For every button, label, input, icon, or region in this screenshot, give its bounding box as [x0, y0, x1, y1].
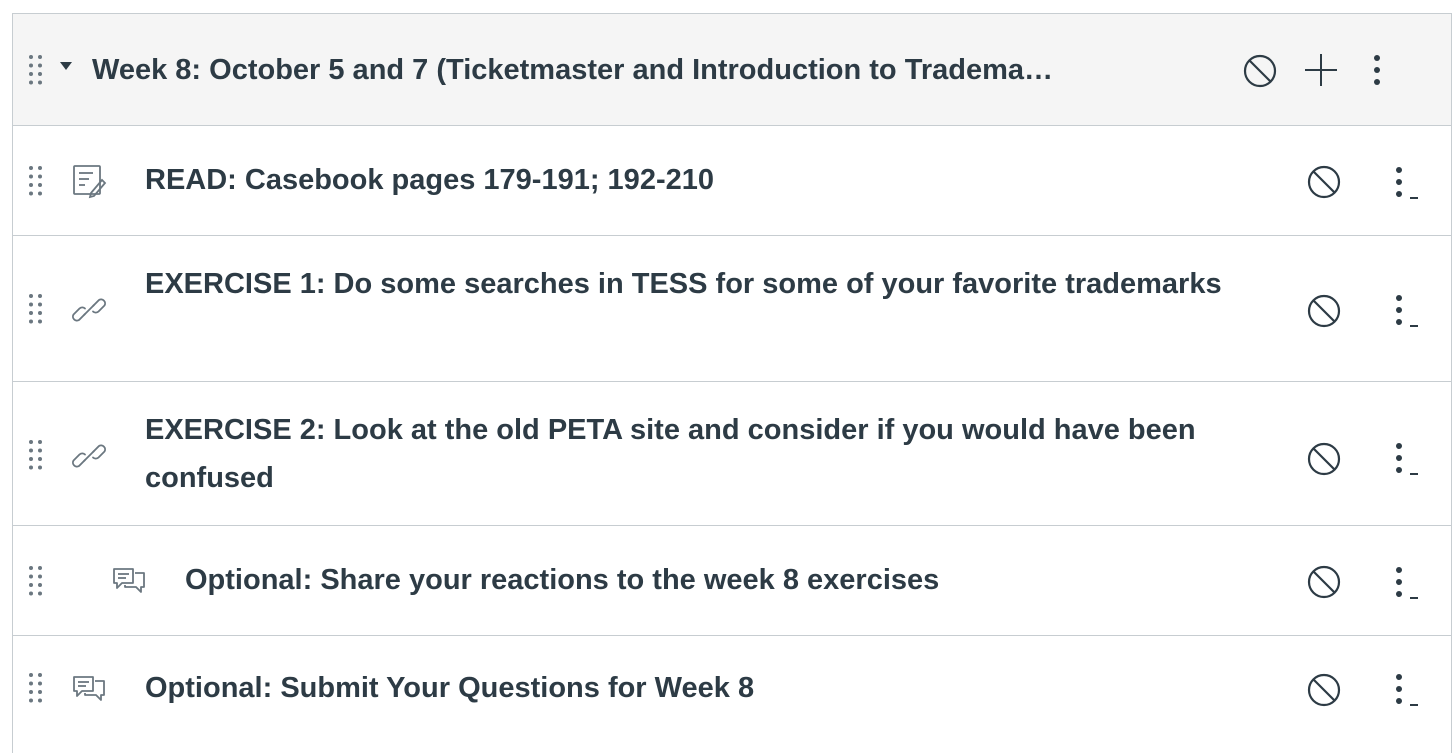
item-options-icon[interactable]	[1393, 438, 1421, 478]
item-title-link[interactable]: Optional: Share your reactions to the we…	[185, 556, 939, 604]
item-options-icon[interactable]	[1393, 290, 1421, 330]
publish-status-icon[interactable]	[1306, 164, 1342, 200]
publish-status-icon[interactable]	[1306, 564, 1342, 600]
item-title-link[interactable]: EXERCISE 1: Do some searches in TESS for…	[145, 260, 1245, 308]
discussion-icon	[71, 671, 107, 707]
module-item[interactable]: EXERCISE 1: Do some searches in TESS for…	[13, 236, 1451, 382]
item-options-icon[interactable]	[1393, 669, 1421, 709]
publish-status-icon[interactable]	[1306, 441, 1342, 477]
item-title-link[interactable]: Optional: Submit Your Questions for Week…	[145, 664, 754, 712]
module-title[interactable]: Week 8: October 5 and 7 (Ticketmaster an…	[92, 46, 1182, 94]
discussion-icon	[111, 563, 147, 599]
drag-handle-icon[interactable]	[27, 565, 45, 597]
publish-status-icon[interactable]	[1306, 293, 1342, 329]
module-container: Week 8: October 5 and 7 (Ticketmaster an…	[12, 13, 1452, 753]
drag-handle-icon[interactable]	[27, 672, 45, 704]
module-options-icon[interactable]	[1363, 50, 1391, 90]
module-item[interactable]: Optional: Share your reactions to the we…	[13, 526, 1451, 636]
item-options-icon[interactable]	[1393, 562, 1421, 602]
drag-handle-icon[interactable]	[27, 293, 45, 325]
drag-handle-icon[interactable]	[27, 54, 45, 86]
module-item[interactable]: READ: Casebook pages 179-191; 192-210	[13, 126, 1451, 236]
publish-status-icon[interactable]	[1306, 672, 1342, 708]
assignment-icon	[71, 163, 107, 199]
link-icon	[71, 438, 107, 474]
item-title-link[interactable]: READ: Casebook pages 179-191; 192-210	[145, 156, 714, 204]
collapse-caret-icon[interactable]	[60, 62, 72, 70]
module-header[interactable]: Week 8: October 5 and 7 (Ticketmaster an…	[13, 14, 1451, 126]
add-item-icon[interactable]	[1303, 52, 1339, 88]
module-item[interactable]: Optional: Submit Your Questions for Week…	[13, 636, 1451, 746]
drag-handle-icon[interactable]	[27, 165, 45, 197]
module-item[interactable]: EXERCISE 2: Look at the old PETA site an…	[13, 382, 1451, 526]
item-title-link[interactable]: EXERCISE 2: Look at the old PETA site an…	[145, 406, 1255, 502]
item-options-icon[interactable]	[1393, 162, 1421, 202]
link-icon	[71, 292, 107, 328]
drag-handle-icon[interactable]	[27, 439, 45, 471]
publish-status-icon[interactable]	[1242, 53, 1278, 89]
